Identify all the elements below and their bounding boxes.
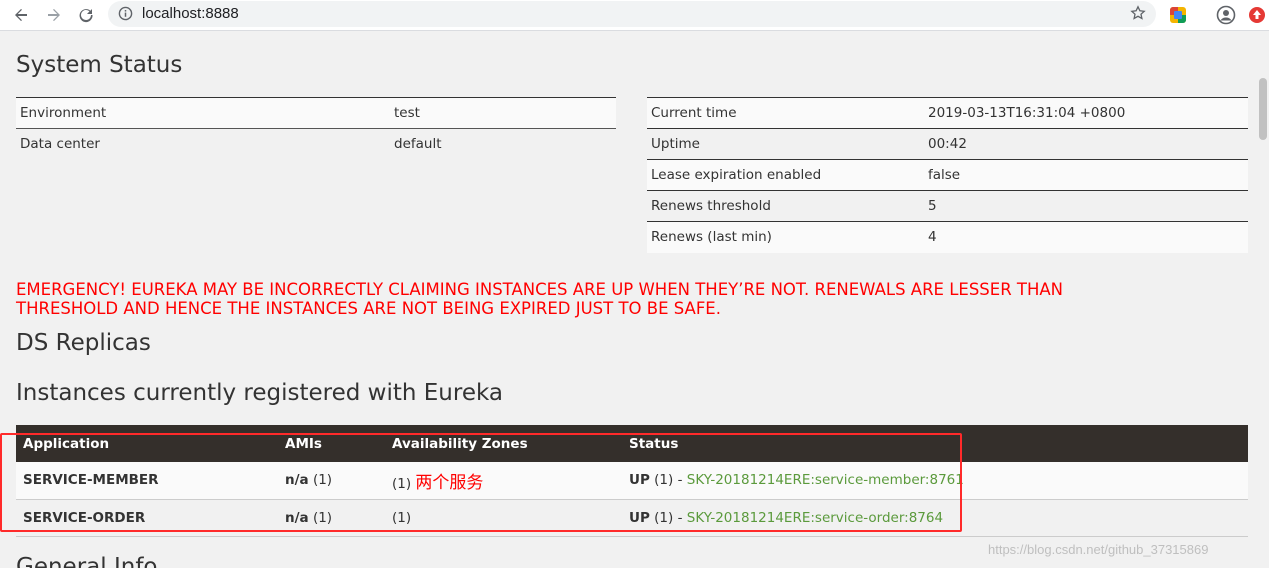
status-count: (1) -	[654, 509, 683, 526]
account-icon[interactable]	[1215, 4, 1237, 26]
table-row: SERVICE-MEMBER n/a (1) (1) 两个服务 UP (1) -…	[16, 462, 1248, 500]
row-value: 5	[924, 190, 1248, 222]
col-status: Status	[622, 425, 1248, 462]
zones-cell: (1)	[385, 499, 622, 537]
amis-count: (1)	[312, 472, 333, 489]
row-key: Environment	[16, 97, 390, 129]
amis-value: n/a	[285, 472, 309, 489]
instance-link[interactable]: SKY-20181214ERE:service-order:8764	[687, 510, 943, 526]
application-name: SERVICE-ORDER	[16, 499, 278, 537]
extension-icon[interactable]	[1167, 4, 1189, 26]
address-bar[interactable]: localhost:8888	[108, 1, 1156, 27]
star-icon[interactable]	[1130, 5, 1146, 25]
table-row: SERVICE-ORDER n/a (1) (1) UP (1) - SKY-2…	[16, 499, 1248, 537]
row-key: Uptime	[647, 128, 924, 160]
instances-table: Application AMIs Availability Zones Stat…	[16, 425, 1248, 537]
row-value: test	[390, 97, 616, 129]
status-value: UP	[629, 472, 650, 489]
row-key: Renews (last min)	[647, 221, 924, 253]
row-key: Lease expiration enabled	[647, 159, 924, 191]
back-icon[interactable]	[10, 4, 32, 26]
table-row: Renews threshold 5	[647, 190, 1248, 222]
row-value: default	[394, 136, 442, 153]
table-row: Current time 2019-03-13T16:31:04 +0800	[647, 97, 1248, 129]
emergency-line-2: THRESHOLD AND HENCE THE INSTANCES ARE NO…	[16, 299, 721, 318]
system-status-right-table: Current time 2019-03-13T16:31:04 +0800 U…	[647, 97, 1248, 253]
instance-link[interactable]: SKY-20181214ERE:service-member:8761	[687, 472, 964, 488]
instances-title: Instances currently registered with Eure…	[16, 380, 503, 406]
row-value: 4	[924, 221, 1248, 253]
row-value: false	[924, 159, 1248, 191]
url-text[interactable]: localhost:8888	[142, 5, 239, 22]
emergency-line-1: EMERGENCY! EUREKA MAY BE INCORRECTLY CLA…	[16, 280, 1064, 299]
amis-count: (1)	[312, 509, 333, 526]
zones-cell: (1) 两个服务	[385, 462, 622, 500]
forward-icon[interactable]	[43, 4, 65, 26]
col-amis: AMIs	[278, 425, 385, 462]
watermark: https://blog.csdn.net/github_37315869	[988, 542, 1209, 557]
emergency-warning: EMERGENCY! EUREKA MAY BE INCORRECTLY CLA…	[16, 280, 1248, 318]
info-icon[interactable]	[118, 6, 133, 25]
table-row: Renews (last min) 4	[647, 221, 1248, 253]
system-status-title: System Status	[16, 52, 183, 78]
annotation-note: 两个服务	[415, 472, 484, 493]
row-value: 00:42	[924, 128, 1248, 160]
browser-toolbar: localhost:8888	[0, 0, 1269, 31]
amis-cell: n/a (1)	[278, 462, 385, 500]
zones-count: (1)	[392, 509, 412, 526]
table-header-row: Application AMIs Availability Zones Stat…	[16, 425, 1248, 462]
table-row: Lease expiration enabled false	[647, 159, 1248, 191]
status-cell: UP (1) - SKY-20181214ERE:service-order:8…	[622, 499, 1248, 537]
table-row: Data center default	[16, 129, 616, 160]
col-availability-zones: Availability Zones	[385, 425, 622, 462]
amis-value: n/a	[285, 509, 309, 526]
scrollbar-thumb[interactable]	[1259, 78, 1267, 140]
amis-cell: n/a (1)	[278, 499, 385, 537]
zones-count: (1)	[392, 475, 412, 492]
row-key: Current time	[647, 97, 924, 129]
general-info-title: General Info	[16, 554, 158, 568]
application-name: SERVICE-MEMBER	[16, 462, 278, 500]
extension-red-icon[interactable]	[1246, 4, 1268, 26]
status-value: UP	[629, 509, 650, 526]
status-count: (1) -	[654, 472, 683, 489]
table-row: Environment test	[16, 97, 616, 129]
ds-replicas-title: DS Replicas	[16, 330, 151, 356]
system-status-left-table: Environment test Data center default	[16, 97, 616, 160]
reload-icon[interactable]	[75, 4, 97, 26]
row-key: Renews threshold	[647, 190, 924, 222]
table-row: Uptime 00:42	[647, 128, 1248, 160]
vertical-scrollbar[interactable]	[1257, 32, 1269, 568]
status-cell: UP (1) - SKY-20181214ERE:service-member:…	[622, 462, 1248, 500]
col-application: Application	[16, 425, 278, 462]
row-value: 2019-03-13T16:31:04 +0800	[924, 97, 1248, 129]
row-key: Data center	[20, 136, 100, 153]
